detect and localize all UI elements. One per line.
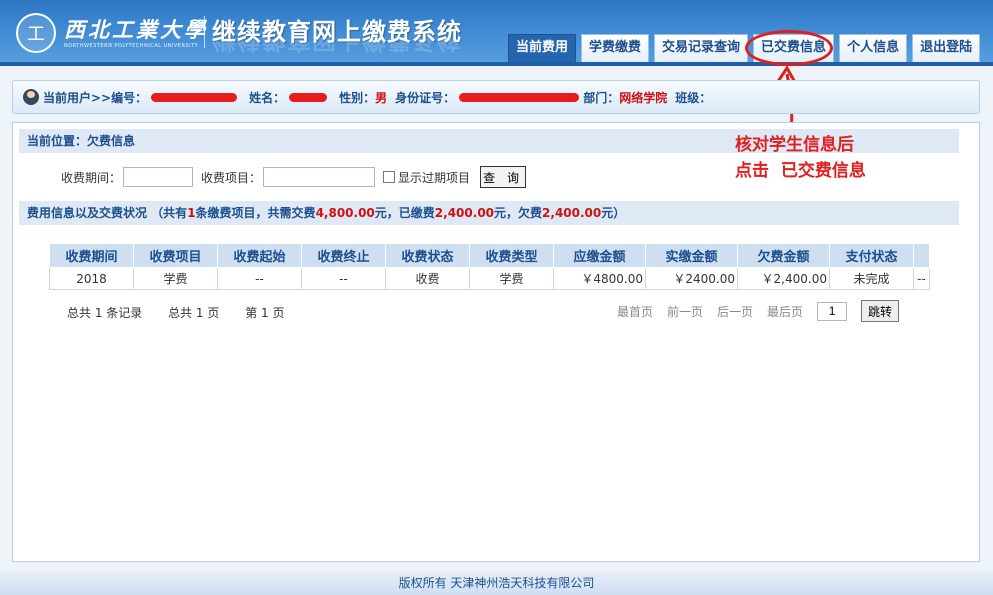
redacted-name (289, 92, 328, 102)
table-cell-action[interactable]: -- (913, 267, 930, 290)
current-page: 第 1 页 (245, 306, 285, 320)
current-user-label: 当前用户>>编号： (43, 90, 148, 105)
summary-owed: 2,400.00 (542, 206, 602, 220)
table-cell: 学费 (469, 267, 554, 290)
university-logo: 工 西北工業大學 NORTHWESTERN POLYTECHNICAL UNIV… (16, 10, 208, 56)
item-label: 收费项目： (201, 170, 262, 185)
table-header-row: 收费期间 收费项目 收费起始 收费终止 收费状态 收费类型 应缴金额 实缴金额 … (49, 243, 930, 268)
id-card-label: 身份证号： (395, 90, 456, 105)
tab-current-fees[interactable]: 当前费用 (508, 34, 577, 62)
show-expired-checkbox[interactable] (383, 171, 396, 183)
table-cell: 收费 (385, 267, 470, 290)
user-info-bar: 当前用户>>编号： 姓名： 性别： 男 身份证号： 部门： 网络学院 班级： (12, 80, 980, 114)
col-header: 收费状态 (385, 243, 470, 268)
col-header: 实缴金额 (645, 243, 738, 268)
gender-label: 性别： (339, 90, 376, 105)
fee-table: 收费期间 收费项目 收费起始 收费终止 收费状态 收费类型 应缴金额 实缴金额 … (49, 243, 930, 290)
header-stripe (0, 62, 993, 66)
period-label: 收费期间： (61, 170, 122, 185)
col-header: 支付状态 (829, 243, 914, 268)
university-seal-icon: 工 (16, 13, 56, 53)
system-title-reflection: 继续教育网上缴费系统 (212, 38, 462, 54)
query-button[interactable]: 查 询 (480, 166, 527, 188)
pager-info: 总共 1 条记录 总共 1 页 第 1 页 (67, 304, 306, 321)
total-records: 总共 1 条记录 (67, 306, 143, 320)
annotation-text: 核对学生信息后 点击 已交费信息 (735, 132, 866, 184)
user-avatar-icon (23, 89, 39, 105)
summary-total: 4,800.00 (315, 206, 375, 220)
period-input[interactable] (123, 167, 194, 187)
jump-button[interactable]: 跳转 (861, 300, 900, 322)
header-divider (204, 16, 205, 48)
tab-tuition-payment[interactable]: 学费缴费 (581, 34, 650, 62)
annotation-line-1: 核对学生信息后 (735, 135, 854, 155)
redacted-id-card (459, 92, 580, 102)
university-name: 西北工業大學 (64, 17, 208, 42)
table-cell: ￥2400.00 (645, 267, 738, 290)
summary-text-2: 元，已缴费 (374, 206, 435, 220)
item-input[interactable] (263, 167, 376, 187)
col-header: 收费类型 (469, 243, 554, 268)
department-label: 部门： (583, 90, 620, 105)
table-cell: ￥2,400.00 (737, 267, 830, 290)
class-label: 班级： (675, 90, 712, 105)
footer: 版权所有 天津神州浩天科技有限公司 (0, 572, 993, 595)
summary-prefix: 费用信息以及交费状况 （共有 (27, 206, 188, 220)
header-banner: 工 西北工業大學 NORTHWESTERN POLYTECHNICAL UNIV… (0, 0, 993, 66)
col-header: 应缴金额 (553, 243, 646, 268)
table-cell: 学费 (133, 267, 218, 290)
tab-logout[interactable]: 退出登陆 (912, 34, 981, 62)
table-row: 2018 学费 -- -- 收费 学费 ￥4800.00 ￥2400.00 ￥2… (49, 267, 930, 290)
redacted-id (151, 92, 238, 102)
summary-paid: 2,400.00 (434, 206, 495, 220)
tab-transaction-records[interactable]: 交易记录查询 (654, 34, 749, 62)
table-cell: ￥4800.00 (553, 267, 646, 290)
summary-text-3: 元，欠费 (494, 206, 543, 220)
summary-text-1: 条缴费项目，共需交费 (195, 206, 316, 220)
gender-value: 男 (375, 90, 388, 105)
show-expired-label: 显示过期项目 (398, 170, 471, 185)
summary-count: 1 (187, 206, 196, 220)
table-cell: -- (217, 267, 302, 290)
name-label: 姓名： (249, 90, 286, 105)
annotation-line-2: 点击 已交费信息 (735, 161, 866, 181)
col-header: 收费期间 (49, 243, 134, 268)
col-header: 收费起始 (217, 243, 302, 268)
pager-controls: 最首页 前一页 后一页 最后页 跳转 (617, 300, 900, 322)
col-header: 收费项目 (133, 243, 218, 268)
table-cell: 2018 (49, 267, 134, 290)
main-content-panel: 当前位置：欠费信息 收费期间： 收费项目： 显示过期项目 查 询 费用信息以及交… (12, 122, 980, 562)
filter-row: 收费期间： 收费项目： 显示过期项目 查 询 (61, 166, 527, 188)
last-page-link[interactable]: 最后页 (767, 303, 803, 320)
department-value: 网络学院 (619, 90, 668, 105)
university-name-en: NORTHWESTERN POLYTECHNICAL UNIVERSITY (64, 43, 199, 49)
fee-summary: 费用信息以及交费状况 （共有1条缴费项目，共需交费4,800.00元，已缴费2,… (19, 201, 959, 225)
first-page-link[interactable]: 最首页 (617, 303, 653, 320)
col-header: 收费终止 (301, 243, 386, 268)
table-cell: 未完成 (829, 267, 914, 290)
next-page-link[interactable]: 后一页 (717, 303, 753, 320)
col-header (913, 243, 930, 268)
total-pages: 总共 1 页 (168, 306, 220, 320)
prev-page-link[interactable]: 前一页 (667, 303, 703, 320)
tab-personal-info[interactable]: 个人信息 (839, 34, 908, 62)
page-number-input[interactable] (817, 301, 848, 321)
col-header: 欠费金额 (737, 243, 830, 268)
annotation-ellipse (745, 30, 833, 66)
summary-suffix: 元） (601, 206, 626, 220)
table-cell: -- (301, 267, 386, 290)
